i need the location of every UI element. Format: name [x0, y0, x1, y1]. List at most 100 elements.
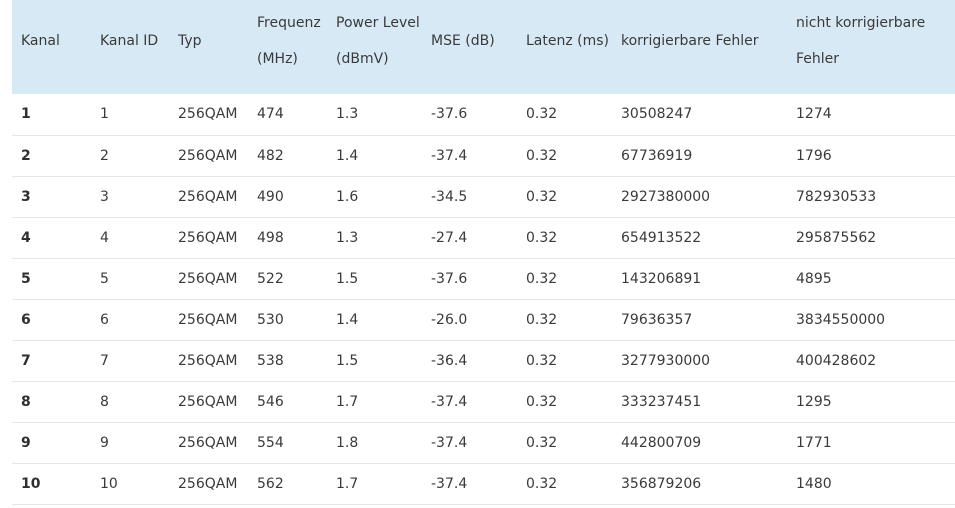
latenz-cell: 0.32: [517, 422, 612, 464]
typ-cell: 256QAM: [169, 217, 248, 259]
table-row: 7 7 256QAM 538 1.5 -36.4 0.32 3277930000 4004286…: [12, 340, 955, 382]
power-level-cell: 1.7: [327, 381, 422, 423]
column-header-mse: MSE (dB): [431, 33, 495, 49]
typ-cell: 256QAM: [169, 340, 248, 382]
mse-cell: -37.4: [422, 135, 517, 177]
latenz-cell: 0.32: [517, 217, 612, 259]
nicht-korrigierbare-fehler-cell: 400428602: [787, 340, 955, 382]
power-level-cell: 1.5: [327, 258, 422, 300]
table-row: 3 3 256QAM 490 1.6 -34.5 0.32 2927380000 7829305…: [12, 176, 955, 218]
nicht-korrigierbare-fehler-cell: 1274: [787, 94, 955, 136]
kanal-id-cell: 5: [91, 258, 169, 300]
typ-cell: 256QAM: [169, 381, 248, 423]
frequenz-cell: 522: [248, 258, 327, 300]
power-level-cell: 1.6: [327, 176, 422, 218]
korrigierbare-fehler-cell: 30508247: [612, 94, 787, 136]
typ-cell: 256QAM: [169, 135, 248, 177]
column-header-nicht-korrigierbare-fehler: nicht korrigierbare Fehler: [796, 15, 926, 67]
korrigierbare-fehler-cell: 143206891: [612, 258, 787, 300]
mse-cell: -26.0: [422, 299, 517, 341]
mse-cell: -34.5: [422, 176, 517, 218]
table-row: 9 9 256QAM 554 1.8 -37.4 0.32 442800709 1771: [12, 422, 955, 464]
frequenz-cell: 498: [248, 217, 327, 259]
typ-cell: 256QAM: [169, 422, 248, 464]
kanal-id-cell: 8: [91, 381, 169, 423]
kanal-id-cell: 3: [91, 176, 169, 218]
frequenz-cell: 530: [248, 299, 327, 341]
column-header-latenz: Latenz (ms): [526, 33, 610, 49]
table-row: 6 6 256QAM 530 1.4 -26.0 0.32 79636357 383455000…: [12, 299, 955, 341]
table-row: 1 1 256QAM 474 1.3 -37.6 0.32 30508247 1274: [12, 94, 955, 136]
nicht-korrigierbare-fehler-cell: 1480: [787, 463, 955, 505]
typ-cell: 256QAM: [169, 463, 248, 505]
kanal-id-cell: 1: [91, 94, 169, 136]
latenz-cell: 0.32: [517, 94, 612, 136]
kanal-cell: 3: [12, 176, 91, 218]
frequenz-cell: 546: [248, 381, 327, 423]
frequenz-cell: 490: [248, 176, 327, 218]
power-level-cell: 1.4: [327, 135, 422, 177]
kanal-cell: 1: [12, 94, 91, 136]
latenz-cell: 0.32: [517, 258, 612, 300]
typ-cell: 256QAM: [169, 258, 248, 300]
kanal-id-cell: 4: [91, 217, 169, 259]
column-header-typ: Typ: [178, 33, 202, 49]
table-row: 4 4 256QAM 498 1.3 -27.4 0.32 654913522 29587556…: [12, 217, 955, 259]
latenz-cell: 0.32: [517, 135, 612, 177]
nicht-korrigierbare-fehler-cell: 295875562: [787, 217, 955, 259]
frequenz-cell: 482: [248, 135, 327, 177]
korrigierbare-fehler-cell: 442800709: [612, 422, 787, 464]
table-row: 5 5 256QAM 522 1.5 -37.6 0.32 143206891 4895: [12, 258, 955, 300]
downstream-channel-table-container: Kanal Kanal ID Typ Frequenz (MHz) Power …: [12, 0, 955, 505]
typ-cell: 256QAM: [169, 94, 248, 136]
korrigierbare-fehler-cell: 2927380000: [612, 176, 787, 218]
downstream-channel-table: Kanal Kanal ID Typ Frequenz (MHz) Power …: [12, 0, 955, 505]
kanal-id-cell: 2: [91, 135, 169, 177]
kanal-id-cell: 6: [91, 299, 169, 341]
korrigierbare-fehler-cell: 333237451: [612, 381, 787, 423]
column-header-kanal-id: Kanal ID: [100, 33, 159, 49]
latenz-cell: 0.32: [517, 381, 612, 423]
nicht-korrigierbare-fehler-cell: 3834550000: [787, 299, 955, 341]
nicht-korrigierbare-fehler-cell: 1295: [787, 381, 955, 423]
nicht-korrigierbare-fehler-cell: 1771: [787, 422, 955, 464]
table-row: 8 8 256QAM 546 1.7 -37.4 0.32 333237451 1295: [12, 381, 955, 423]
table-row: 2 2 256QAM 482 1.4 -37.4 0.32 67736919 1796: [12, 135, 955, 177]
kanal-cell: 4: [12, 217, 91, 259]
column-header-korrigierbare-fehler: korrigierbare Fehler: [621, 33, 759, 49]
nicht-korrigierbare-fehler-cell: 1796: [787, 135, 955, 177]
frequenz-cell: 474: [248, 94, 327, 136]
latenz-cell: 0.32: [517, 340, 612, 382]
mse-cell: -27.4: [422, 217, 517, 259]
kanal-cell: 9: [12, 422, 91, 464]
power-level-cell: 1.4: [327, 299, 422, 341]
frequenz-cell: 562: [248, 463, 327, 505]
mse-cell: -36.4: [422, 340, 517, 382]
typ-cell: 256QAM: [169, 176, 248, 218]
nicht-korrigierbare-fehler-cell: 4895: [787, 258, 955, 300]
column-header-power-level: Power Level (dBmV): [336, 15, 420, 67]
nicht-korrigierbare-fehler-cell: 782930533: [787, 176, 955, 218]
kanal-id-cell: 9: [91, 422, 169, 464]
mse-cell: -37.6: [422, 258, 517, 300]
latenz-cell: 0.32: [517, 463, 612, 505]
mse-cell: -37.6: [422, 94, 517, 136]
power-level-cell: 1.8: [327, 422, 422, 464]
column-header-frequenz: Frequenz (MHz): [257, 15, 321, 67]
latenz-cell: 0.32: [517, 299, 612, 341]
kanal-cell: 8: [12, 381, 91, 423]
power-level-cell: 1.7: [327, 463, 422, 505]
kanal-cell: 6: [12, 299, 91, 341]
kanal-id-cell: 10: [91, 463, 169, 505]
korrigierbare-fehler-cell: 79636357: [612, 299, 787, 341]
table-header-row: Kanal Kanal ID Typ Frequenz (MHz) Power …: [12, 0, 955, 94]
korrigierbare-fehler-cell: 654913522: [612, 217, 787, 259]
kanal-cell: 5: [12, 258, 91, 300]
typ-cell: 256QAM: [169, 299, 248, 341]
korrigierbare-fehler-cell: 356879206: [612, 463, 787, 505]
korrigierbare-fehler-cell: 67736919: [612, 135, 787, 177]
column-header-kanal: Kanal: [21, 33, 60, 49]
mse-cell: -37.4: [422, 463, 517, 505]
power-level-cell: 1.5: [327, 340, 422, 382]
korrigierbare-fehler-cell: 3277930000: [612, 340, 787, 382]
